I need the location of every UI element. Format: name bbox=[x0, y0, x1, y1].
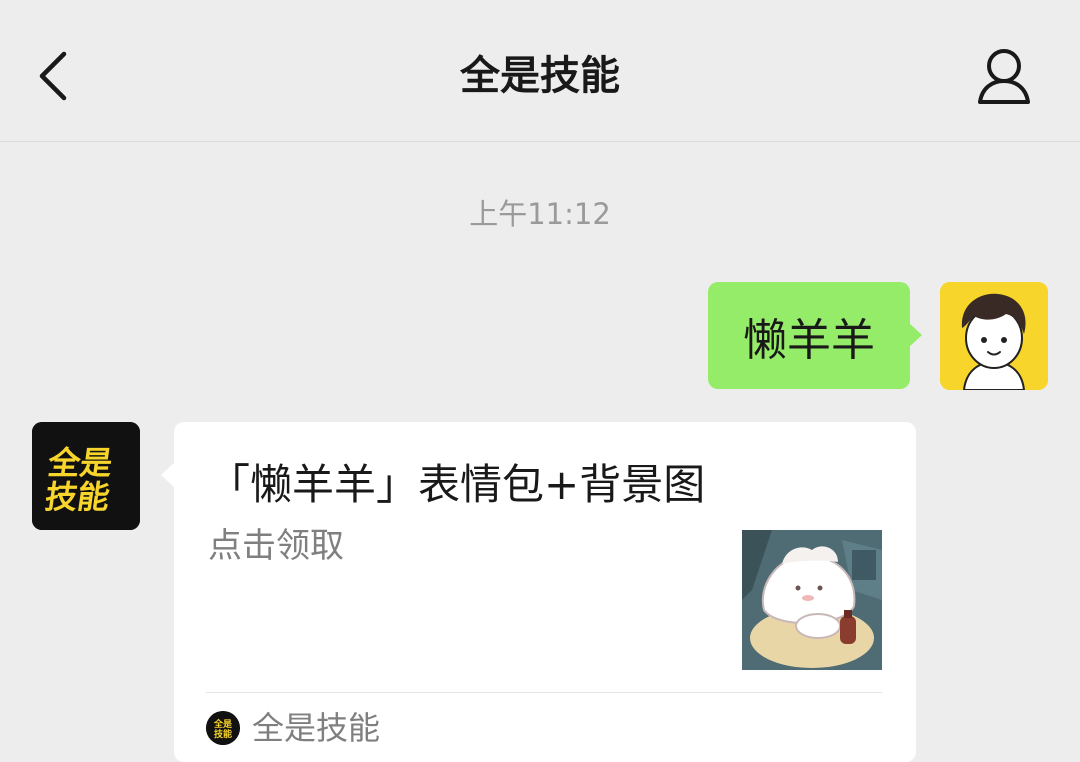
brand-logo-image: 全是 技能 bbox=[32, 422, 140, 530]
outgoing-message-text: 懒羊羊 bbox=[743, 314, 875, 366]
svg-text:全是: 全是 bbox=[45, 444, 115, 482]
outgoing-bubble-tail bbox=[908, 322, 922, 348]
card-divider bbox=[206, 692, 882, 693]
user-avatar[interactable] bbox=[940, 282, 1048, 390]
source-logo-icon: 全是 技能 bbox=[206, 711, 240, 745]
official-account-avatar[interactable]: 全是 技能 bbox=[32, 422, 140, 530]
card-source-name: 全是技能 bbox=[252, 709, 381, 747]
person-icon bbox=[978, 49, 1030, 104]
svg-text:技能: 技能 bbox=[214, 728, 232, 740]
chat-header: 全是技能 bbox=[0, 0, 1080, 142]
svg-text:技能: 技能 bbox=[43, 478, 112, 516]
outgoing-message-bubble[interactable]: 懒羊羊 bbox=[708, 282, 910, 389]
message-timestamp: 上午11:12 bbox=[469, 197, 611, 231]
svg-text:全是: 全是 bbox=[213, 718, 233, 730]
chat-title: 全是技能 bbox=[460, 53, 620, 99]
chat-info-button[interactable] bbox=[968, 46, 1040, 108]
cartoon-boy-avatar-image bbox=[940, 282, 1048, 390]
card-title: 「懒羊羊」表情包+背景图 bbox=[208, 460, 706, 509]
card-source[interactable]: 全是 技能 全是技能 bbox=[206, 708, 380, 748]
card-thumbnail bbox=[742, 530, 882, 670]
card-bubble-tail bbox=[161, 462, 175, 488]
sheep-sticker-image bbox=[742, 530, 882, 670]
card-description: 点击领取 bbox=[208, 526, 344, 566]
link-card[interactable]: 「懒羊羊」表情包+背景图 点击领取 全是 技能 全是技能 bbox=[174, 422, 916, 762]
